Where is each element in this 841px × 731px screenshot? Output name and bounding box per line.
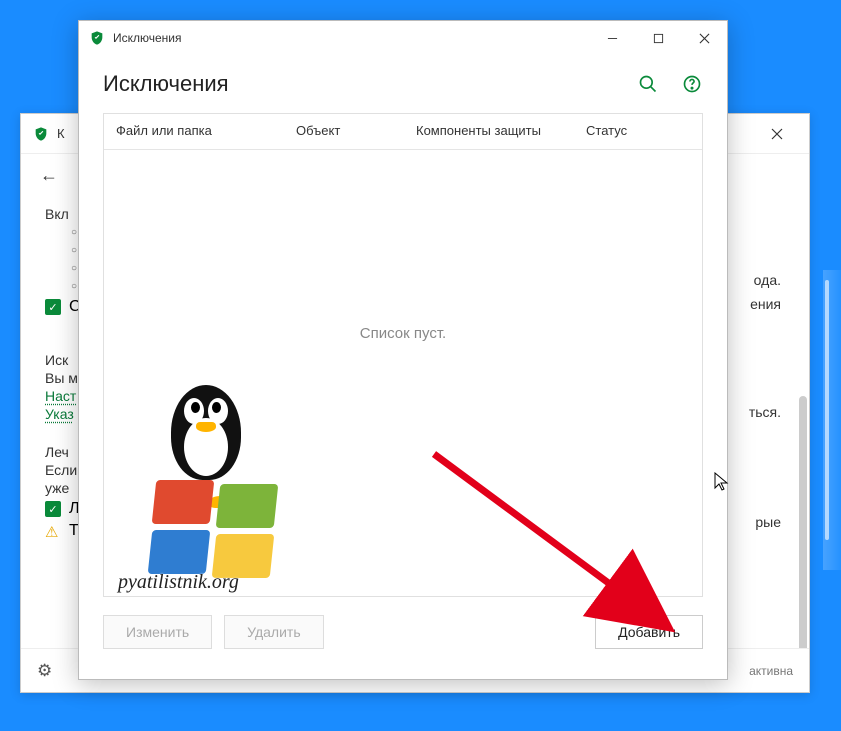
parent-close-button[interactable] [757, 114, 797, 154]
table-body-empty: Список пуст. [104, 150, 702, 596]
delete-button: Удалить [224, 615, 323, 649]
empty-list-text: Список пуст. [360, 325, 446, 342]
gear-icon[interactable]: ⚙ [37, 661, 52, 681]
page-title: Исключения [103, 71, 229, 97]
exclusions-window: Исключения Исключения Файл или папка Объ… [78, 20, 728, 680]
back-button[interactable]: ← [37, 163, 61, 187]
column-file-or-folder[interactable]: Файл или папка [104, 114, 284, 149]
desktop-edge [823, 270, 841, 570]
truncated-text: ться. [749, 404, 781, 420]
edit-button: Изменить [103, 615, 212, 649]
truncated-text: рые [755, 514, 781, 530]
table-header: Файл или папка Объект Компоненты защиты … [104, 114, 702, 150]
truncated-text: ения [750, 296, 781, 312]
maximize-button[interactable] [635, 22, 681, 54]
parent-title: К [57, 126, 65, 141]
exclusions-header: Исключения [79, 55, 727, 113]
truncated-text: ода. [754, 272, 781, 288]
warning-icon: ⚠ [45, 523, 61, 539]
add-button[interactable]: Добавить [595, 615, 703, 649]
link-specify[interactable]: Указ [45, 406, 74, 422]
column-protection-components[interactable]: Компоненты защиты [404, 114, 574, 149]
status-text: активна [749, 664, 793, 678]
checkbox-checked-icon: ✓ [45, 501, 61, 517]
shield-icon [89, 30, 105, 46]
link-settings[interactable]: Наст [45, 388, 76, 404]
checkbox-checked-icon: ✓ [45, 299, 61, 315]
exclusions-titlebar: Исключения [79, 21, 727, 55]
shield-icon [33, 126, 49, 142]
column-object[interactable]: Объект [284, 114, 404, 149]
column-status[interactable]: Статус [574, 114, 684, 149]
exclusions-footer: Изменить Удалить Добавить [79, 597, 727, 667]
help-icon[interactable] [681, 73, 703, 95]
close-button[interactable] [681, 22, 727, 54]
minimize-button[interactable] [589, 22, 635, 54]
window-title: Исключения [113, 31, 182, 45]
scrollbar-thumb[interactable] [799, 396, 807, 648]
search-icon[interactable] [637, 73, 659, 95]
window-controls [589, 22, 727, 54]
exclusions-table: Файл или папка Объект Компоненты защиты … [103, 113, 703, 597]
